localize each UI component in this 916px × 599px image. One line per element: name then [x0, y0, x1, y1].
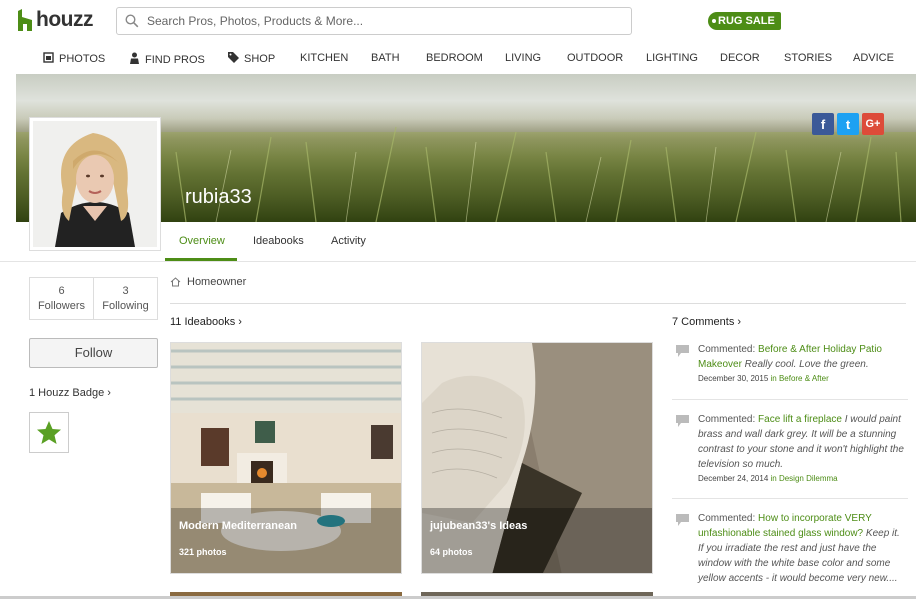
ideabook-photo-count: 321 photos	[179, 547, 227, 557]
follow-stats: 6 Followers 3 Following	[29, 277, 158, 320]
comment-in: in	[768, 374, 779, 383]
ideabook-title: jujubean33's Ideas	[430, 520, 528, 532]
chevron-right-icon: ›	[107, 387, 111, 399]
nav-advice[interactable]: ADVICE	[853, 52, 894, 64]
nav-photos-label: PHOTOS	[59, 53, 106, 65]
ideabooks-link[interactable]: 11 Ideabooks ›	[170, 316, 242, 328]
ideabook-cover-image	[422, 343, 652, 573]
followers-count: 6	[58, 285, 65, 297]
following-stat[interactable]: 3 Following	[94, 278, 157, 319]
nav-bath[interactable]: BATH	[371, 52, 400, 64]
tab-ideabooks[interactable]: Ideabooks	[253, 235, 304, 247]
comment-icon	[676, 415, 689, 432]
comment-item: Commented: How to incorporate VERY unfas…	[672, 511, 908, 596]
header: houzz RUG SALE	[0, 0, 916, 42]
chevron-right-icon: ›	[737, 316, 742, 328]
profile-role: Homeowner	[170, 276, 246, 288]
nav-outdoor[interactable]: OUTDOOR	[567, 52, 623, 64]
tag-icon	[228, 52, 239, 66]
google-plus-icon[interactable]: G+	[862, 113, 884, 135]
nav-bedroom[interactable]: BEDROOM	[426, 52, 483, 64]
comment-icon	[676, 345, 689, 362]
comment-link[interactable]: Face lift a fireplace	[758, 414, 842, 425]
comment-item: Commented: Face lift a fireplace I would…	[672, 412, 908, 486]
comment-separator	[672, 498, 908, 499]
comment-in: in	[768, 474, 779, 483]
tab-activity[interactable]: Activity	[331, 235, 366, 247]
nav-shop-label: SHOP	[244, 53, 276, 65]
ideabooks-title: 11 Ideabooks	[170, 316, 236, 328]
ideabook-card[interactable]: jujubean33's Ideas 64 photos	[421, 342, 653, 574]
star-icon	[37, 420, 61, 444]
comments-link[interactable]: 7 Comments ›	[672, 316, 741, 328]
logo-text: houzz	[36, 8, 93, 31]
ideabook-photo-count: 64 photos	[430, 547, 473, 557]
comment-separator	[672, 399, 908, 400]
main-nav: PHOTOS FIND PROS SHOP KITCHEN BATH BEDRO…	[0, 42, 916, 74]
search-bar[interactable]	[116, 7, 632, 35]
chevron-right-icon: ›	[238, 316, 242, 328]
active-tab-indicator	[165, 258, 237, 261]
social-share: f t G+	[812, 113, 884, 135]
ideabook-cover-image	[171, 343, 401, 573]
photos-icon	[43, 52, 54, 66]
comments-title: 7 Comments	[672, 316, 735, 328]
ideabook-title: Modern Mediterranean	[179, 520, 297, 532]
role-label: Homeowner	[187, 276, 247, 288]
comment-prefix: Commented:	[698, 513, 759, 524]
following-count: 3	[122, 285, 129, 297]
search-input[interactable]	[147, 14, 617, 28]
search-icon	[117, 8, 147, 34]
follow-button[interactable]: Follow	[29, 338, 158, 368]
home-icon	[170, 277, 181, 287]
nav-living[interactable]: LIVING	[505, 52, 541, 64]
nav-lighting[interactable]: LIGHTING	[646, 52, 698, 64]
following-label: Following	[102, 300, 149, 312]
houzz-logo[interactable]: houzz	[16, 8, 93, 32]
followers-label: Followers	[37, 300, 86, 312]
houzz-logo-icon	[16, 9, 34, 31]
followers-stat[interactable]: 6 Followers	[30, 278, 94, 319]
nav-find-pros[interactable]: FIND PROS	[129, 52, 205, 67]
comment-category[interactable]: Before & After	[779, 374, 829, 383]
nav-photos[interactable]: PHOTOS	[43, 52, 105, 66]
comment-item: Commented: Before & After Holiday Patio …	[672, 342, 908, 386]
find-pros-icon	[129, 52, 140, 67]
comment-icon	[676, 514, 689, 531]
tab-overview[interactable]: Overview	[179, 235, 225, 247]
houzz-badge[interactable]	[29, 412, 69, 453]
rug-sale-promo[interactable]: RUG SALE	[708, 12, 781, 30]
comment-body: Really cool. Love the green.	[741, 359, 869, 370]
comment-prefix: Commented:	[698, 414, 759, 425]
section-divider	[170, 303, 906, 304]
badges-link[interactable]: 1 Houzz Badge ›	[29, 387, 111, 399]
nav-shop[interactable]: SHOP	[228, 52, 275, 66]
nav-stories[interactable]: STORIES	[784, 52, 832, 64]
profile-tabs: Overview Ideabooks Activity	[0, 222, 916, 262]
nav-decor[interactable]: DECOR	[720, 52, 760, 64]
twitter-icon[interactable]: t	[837, 113, 859, 135]
comment-prefix: Commented:	[698, 344, 759, 355]
ideabook-card[interactable]: Modern Mediterranean 321 photos	[170, 342, 402, 574]
facebook-icon[interactable]: f	[812, 113, 834, 135]
nav-find-pros-label: FIND PROS	[145, 53, 205, 66]
comment-date: December 30, 2015	[698, 374, 769, 383]
nav-kitchen[interactable]: KITCHEN	[300, 52, 348, 64]
profile-username: rubia33	[185, 186, 252, 208]
badges-title: 1 Houzz Badge	[29, 387, 105, 399]
comment-category[interactable]: Design Dilemma	[779, 474, 838, 483]
comment-date: December 24, 2014	[698, 474, 769, 483]
